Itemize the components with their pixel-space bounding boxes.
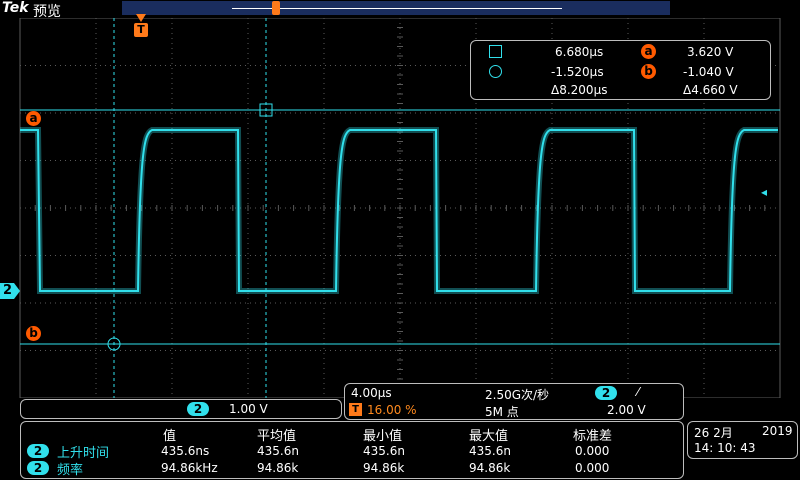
trace-noise-band: [20, 127, 778, 294]
meas-row1-std: 0.000: [575, 444, 610, 458]
cursor2-time: -1.520µs: [551, 65, 604, 79]
trigger-slope-icon: ⁄: [637, 385, 640, 399]
trigger-arrow-icon: [136, 14, 146, 22]
cursor2-volt: -1.040 V: [683, 65, 734, 79]
delta-volt: Δ4.660 V: [683, 83, 738, 97]
meas-row1-value: 435.6ns: [161, 444, 210, 458]
brand-logo: Tek: [2, 0, 29, 16]
cursor-b-label[interactable]: b: [26, 326, 41, 341]
meas-row1-min: 435.6n: [363, 444, 405, 458]
square-cursor-icon: [489, 45, 502, 58]
cursor-a-label[interactable]: a: [26, 111, 41, 126]
trigger-level: 2.00 V: [607, 403, 646, 417]
meas-row2-std: 0.000: [575, 461, 610, 475]
meas-row2-mean: 94.86k: [257, 461, 299, 475]
acquisition-panel[interactable]: 4.00µs 2.50G次/秒 2 ⁄ T 16.00 % 5M 点 2.00 …: [344, 383, 684, 420]
trigger-position: 16.00 %: [367, 403, 417, 417]
meas-header-std: 标准差: [573, 429, 613, 444]
datetime-panel[interactable]: 26 2月 2019 14: 10: 43: [687, 421, 798, 459]
meas-row1-max: 435.6n: [469, 444, 511, 458]
meas-row2-channel: 2: [27, 461, 49, 475]
delta-time: Δ8.200µs: [551, 83, 608, 97]
cursor1-volt: 3.620 V: [687, 45, 734, 59]
trigger-level-arrow-icon[interactable]: ◂: [761, 185, 767, 199]
cursor1-time: 6.680µs: [555, 45, 604, 59]
meas-row2-min: 94.86k: [363, 461, 405, 475]
top-bar: Tek 预览: [0, 0, 800, 20]
channel-2-scale: 1.00 V: [229, 402, 268, 416]
meas-header-value: 值: [163, 429, 177, 444]
meas-header-max: 最大值: [469, 429, 509, 444]
cursor-b-badge: b: [641, 64, 656, 79]
overview-line: [232, 8, 562, 9]
sample-rate: 2.50G次/秒: [485, 388, 550, 402]
channel-2-marker-label: 2: [3, 283, 13, 298]
meas-row1-mean: 435.6n: [257, 444, 299, 458]
channel-2-trace: [20, 127, 778, 294]
trigger-source-badge: 2: [595, 386, 617, 400]
measurements-panel[interactable]: 值 平均值 最小值 最大值 标准差 2 上升时间 435.6ns 435.6n …: [20, 421, 684, 479]
meas-row2-value: 94.86kHz: [161, 461, 218, 475]
timebase: 4.00µs: [351, 386, 392, 400]
meas-row2-name: 频率: [57, 463, 84, 478]
trigger-position-marker[interactable]: T: [134, 14, 148, 37]
overview-position-marker[interactable]: [272, 1, 280, 15]
trace-path: [20, 129, 778, 292]
meas-header-mean: 平均值: [257, 429, 297, 444]
meas-header-min: 最小值: [363, 429, 403, 444]
cursor-a-badge: a: [641, 44, 656, 59]
channel-2-badge: 2: [187, 402, 209, 416]
date: 26 2月: [694, 426, 733, 440]
cursor-readout-panel: 6.680µs a 3.620 V -1.520µs b -1.040 V Δ8…: [470, 40, 771, 100]
meas-row2-max: 94.86k: [469, 461, 511, 475]
record-overview-bar[interactable]: [122, 1, 670, 15]
time: 14: 10: 43: [694, 441, 756, 455]
year: 2019: [762, 424, 793, 438]
trigger-position-icon: T: [349, 403, 362, 416]
meas-row1-channel: 2: [27, 444, 49, 458]
trigger-t-icon: T: [134, 23, 148, 37]
channel-scale-panel[interactable]: 2 1.00 V: [20, 399, 342, 419]
circle-cursor-icon: [489, 65, 502, 78]
record-length: 5M 点: [485, 405, 519, 419]
